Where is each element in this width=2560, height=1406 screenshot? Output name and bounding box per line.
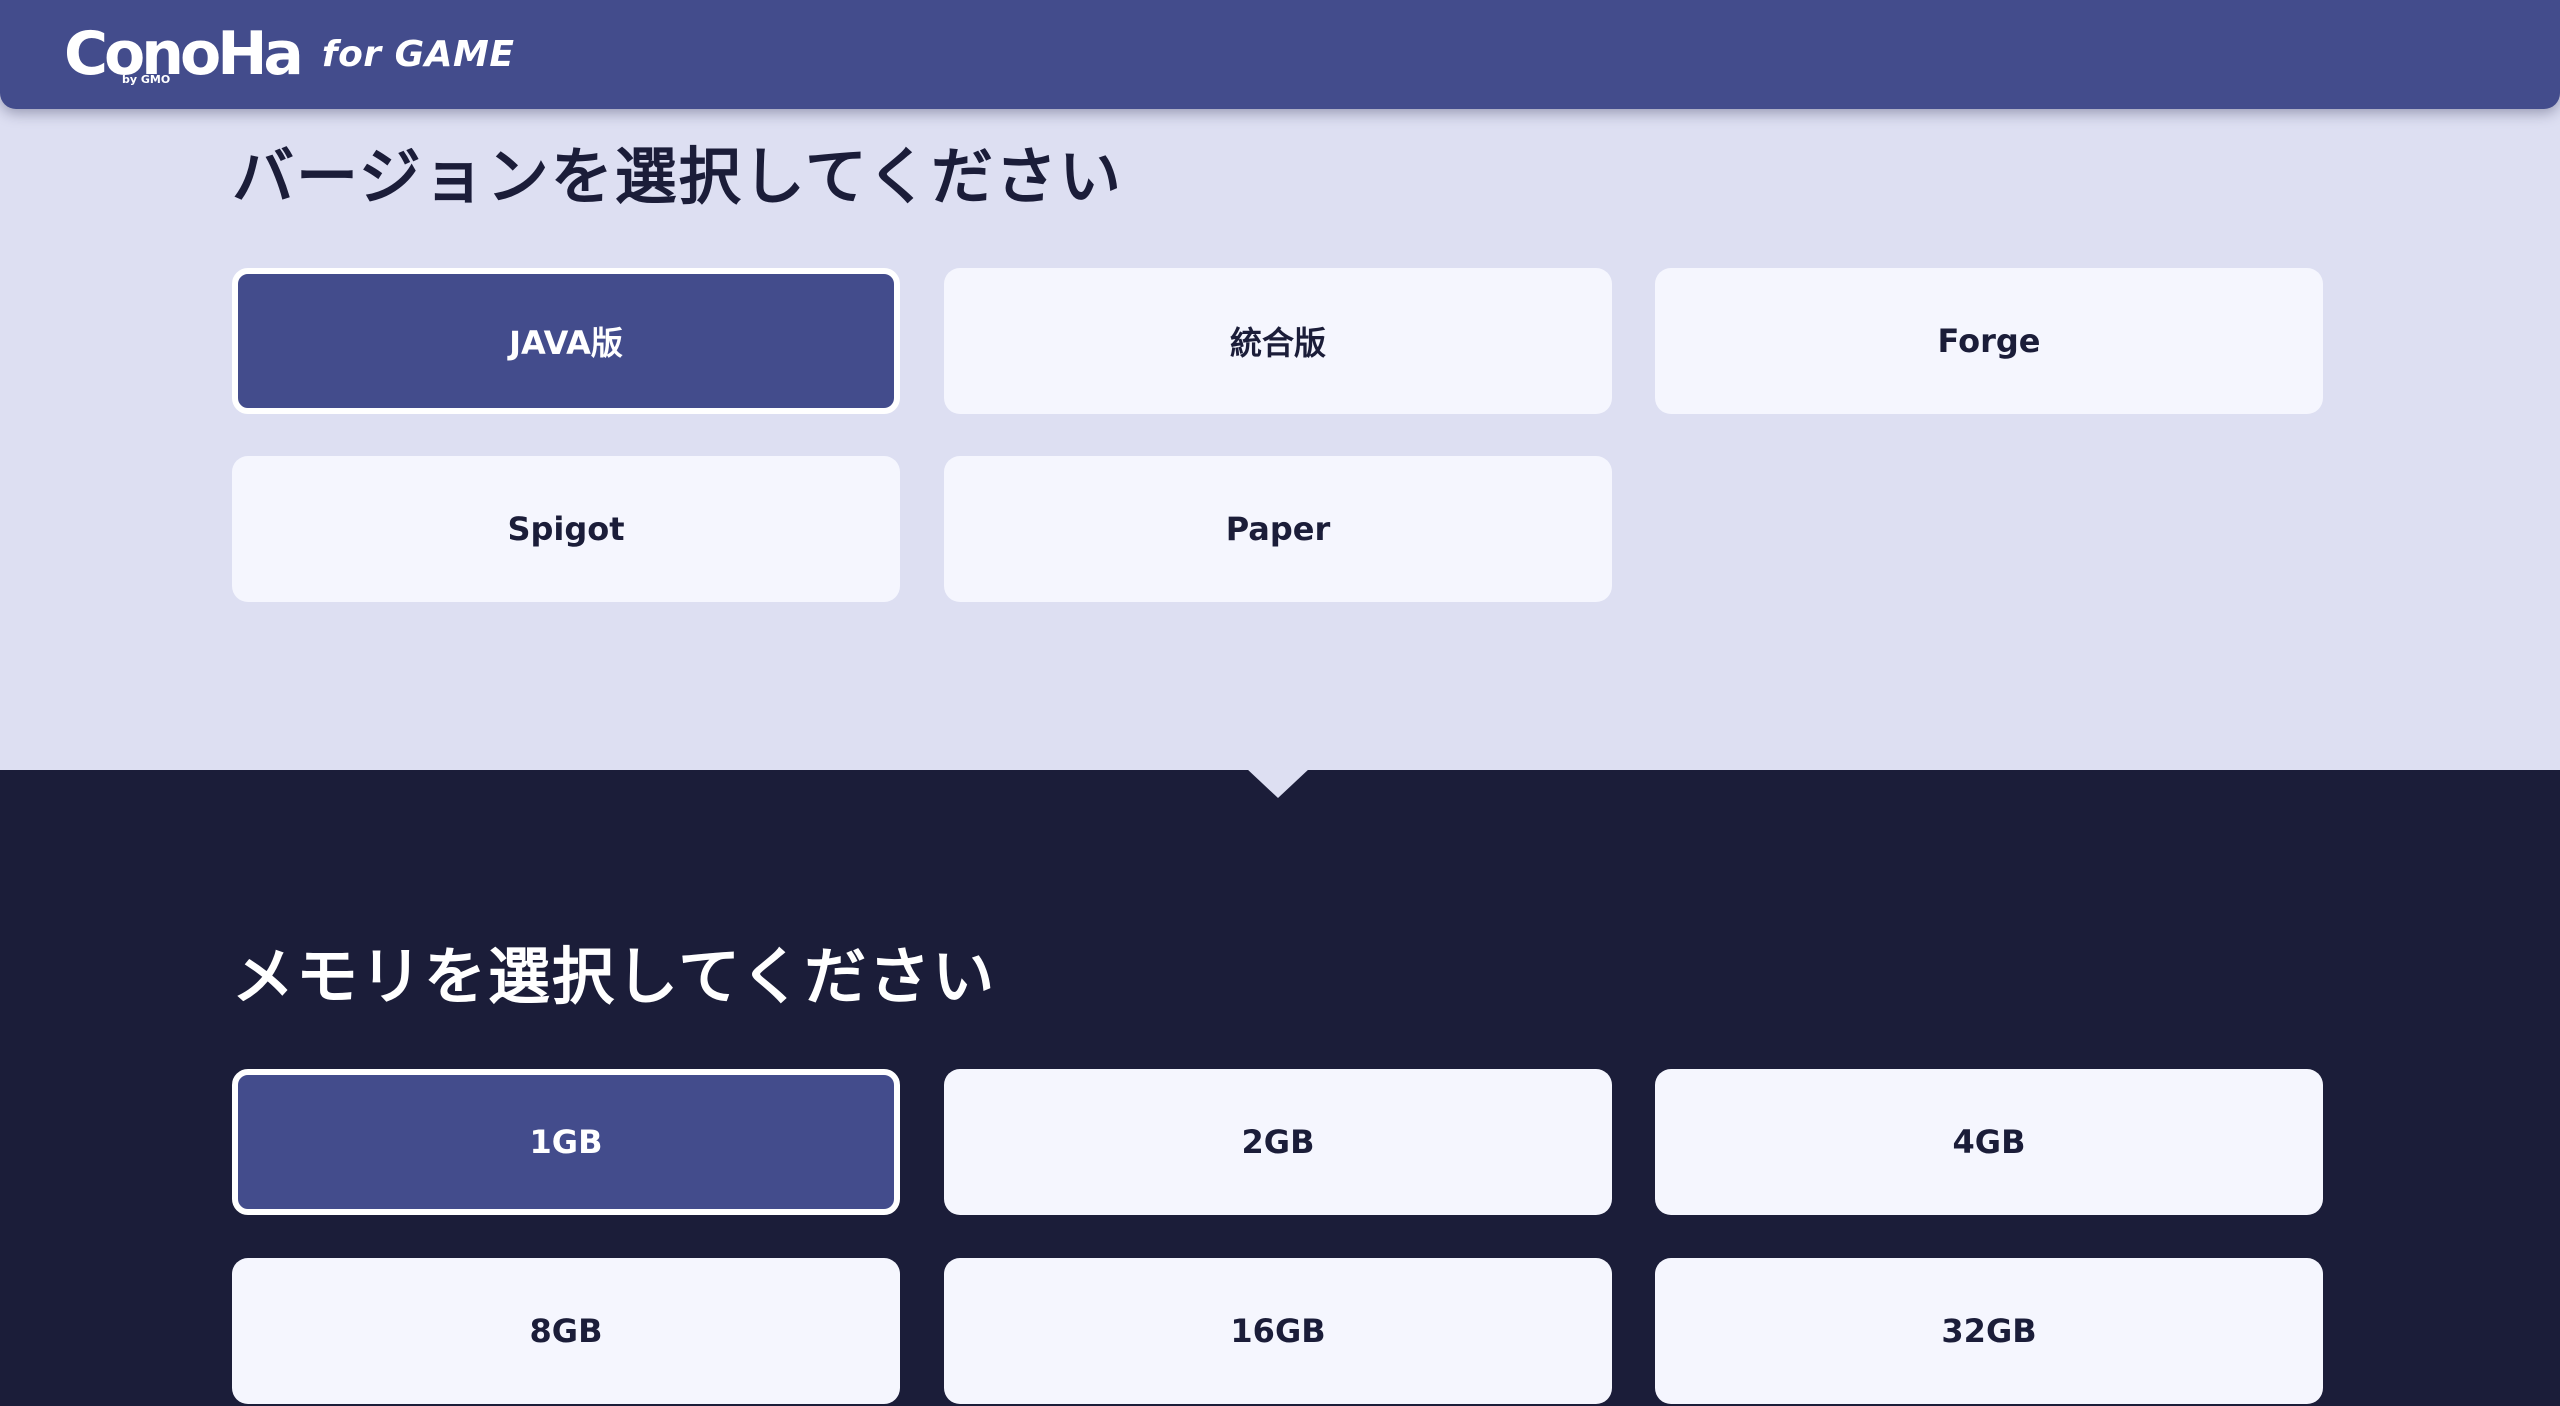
version-option-bedrock[interactable]: 統合版 (944, 268, 1612, 414)
logo-wordmark: ConoHa (64, 19, 304, 89)
version-heading: バージョンを選択してください (232, 140, 1124, 213)
version-option-spigot[interactable]: Spigot (232, 456, 900, 602)
version-option-paper[interactable]: Paper (944, 456, 1612, 602)
version-option-java[interactable]: JAVA版 (232, 268, 900, 414)
memory-option-8gb[interactable]: 8GB (232, 1258, 900, 1404)
memory-heading: メモリを選択してください (232, 940, 997, 1013)
memory-option-32gb[interactable]: 32GB (1655, 1258, 2323, 1404)
conoha-logo[interactable]: ConoHa by GMO for GAME (64, 18, 514, 90)
version-option-forge[interactable]: Forge (1655, 268, 2323, 414)
memory-option-2gb[interactable]: 2GB (944, 1069, 1612, 1215)
memory-option-16gb[interactable]: 16GB (944, 1258, 1612, 1404)
logo-for-game: for GAME (321, 33, 515, 75)
memory-option-4gb[interactable]: 4GB (1655, 1069, 2323, 1215)
section-pointer-arrow (1246, 768, 1310, 798)
memory-option-1gb[interactable]: 1GB (232, 1069, 900, 1215)
top-header: ConoHa by GMO for GAME (0, 0, 2560, 109)
logo-by-gmo: by GMO (122, 73, 171, 86)
